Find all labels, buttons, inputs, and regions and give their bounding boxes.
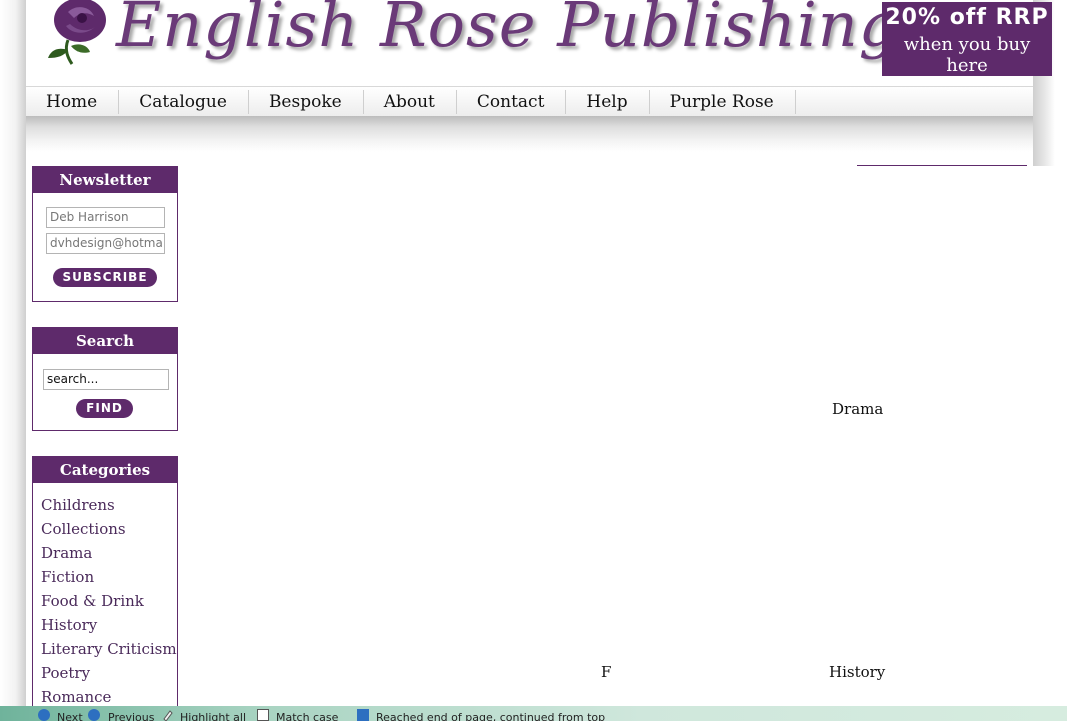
search-box: Search search... FIND xyxy=(32,327,178,431)
category-tile-drama[interactable]: Drama xyxy=(832,400,883,418)
category-list: Childrens Collections Drama Fiction Food… xyxy=(33,483,177,709)
categories-box: Categories Childrens Collections Drama F… xyxy=(32,456,178,718)
main-nav: Home Catalogue Bespoke About Contact Hel… xyxy=(26,86,1033,117)
nav-purple-rose[interactable]: Purple Rose xyxy=(650,90,796,114)
search-input[interactable]: search... xyxy=(43,369,169,390)
nav-help[interactable]: Help xyxy=(566,90,650,114)
search-title: Search xyxy=(33,328,177,354)
highlight-pen-icon xyxy=(163,710,173,721)
rose-logo-icon[interactable] xyxy=(38,0,108,66)
next-arrow-icon[interactable] xyxy=(38,709,50,721)
match-case-label: Match case xyxy=(276,711,339,721)
nav-contact[interactable]: Contact xyxy=(457,90,567,114)
category-history[interactable]: History xyxy=(41,613,177,637)
browser-find-bar: Next Previous Highlight all Match case R… xyxy=(0,706,1067,721)
category-childrens[interactable]: Childrens xyxy=(41,493,177,517)
find-next-button[interactable]: Next xyxy=(57,711,83,721)
nav-catalogue[interactable]: Catalogue xyxy=(119,90,249,114)
promo-discount: 20% off RRP xyxy=(885,5,1049,30)
category-tile-partial[interactable]: F xyxy=(601,663,611,681)
category-drama[interactable]: Drama xyxy=(41,541,177,565)
nav-home[interactable]: Home xyxy=(26,90,120,114)
highlight-all-button[interactable]: Highlight all xyxy=(180,711,246,721)
newsletter-name-input[interactable]: Deb Harrison xyxy=(46,207,165,228)
category-tile-history[interactable]: History xyxy=(829,663,885,681)
newsletter-email-input[interactable]: dvhdesign@hotma xyxy=(46,233,165,254)
page-shadow-left xyxy=(0,0,26,706)
categories-title: Categories xyxy=(33,457,177,483)
category-food-drink[interactable]: Food & Drink xyxy=(41,589,177,613)
category-poetry[interactable]: Poetry xyxy=(41,661,177,685)
site-title[interactable]: English Rose Publishing xyxy=(116,0,899,61)
site-header: English Rose Publishing 20% off RRP when… xyxy=(26,0,1052,86)
content-rule xyxy=(857,165,1027,166)
subscribe-button[interactable]: SUBSCRIBE xyxy=(53,268,157,287)
match-case-checkbox[interactable] xyxy=(257,709,269,721)
nav-about[interactable]: About xyxy=(364,90,457,114)
newsletter-title: Newsletter xyxy=(33,167,177,193)
category-fiction[interactable]: Fiction xyxy=(41,565,177,589)
category-collections[interactable]: Collections xyxy=(41,517,177,541)
nav-bespoke[interactable]: Bespoke xyxy=(249,90,364,114)
previous-arrow-icon[interactable] xyxy=(88,709,100,721)
nav-shadow xyxy=(26,116,1033,152)
find-previous-button[interactable]: Previous xyxy=(108,711,155,721)
wrap-info-icon xyxy=(357,709,369,721)
find-button[interactable]: FIND xyxy=(76,399,133,418)
category-literary-criticism[interactable]: Literary Criticism xyxy=(41,637,177,661)
find-status: Reached end of page, continued from top xyxy=(376,711,606,721)
newsletter-box: Newsletter Deb Harrison dvhdesign@hotma … xyxy=(32,166,178,302)
promo-subtext: when you buy here xyxy=(903,34,1031,76)
promo-banner[interactable]: 20% off RRP when you buy here xyxy=(882,2,1052,76)
